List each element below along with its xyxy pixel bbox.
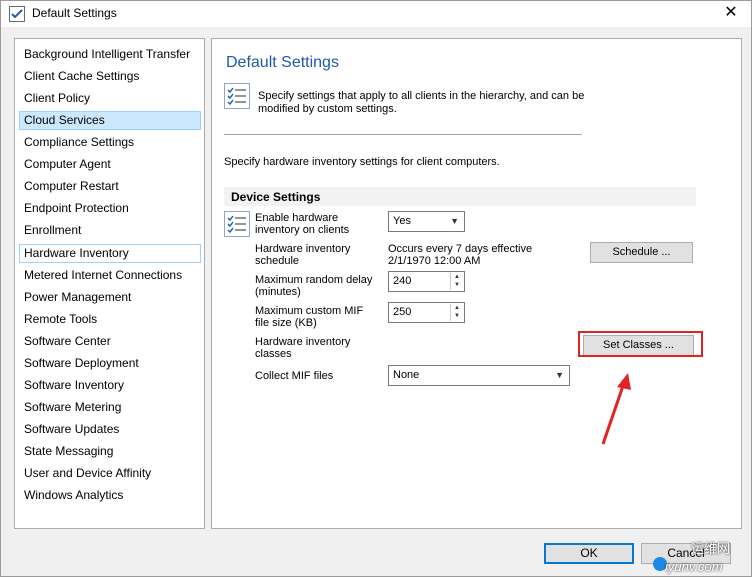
page-description: Specify settings that apply to all clien… (258, 90, 585, 115)
nav-item-client-cache[interactable]: Client Cache Settings (19, 67, 201, 86)
stepper-buttons[interactable]: ▲ ▼ (450, 273, 463, 290)
checklist-icon (224, 83, 250, 109)
page-title: Default Settings (226, 54, 339, 71)
nav-item-metered-connections[interactable]: Metered Internet Connections (19, 266, 201, 285)
collect-mif-label: Collect MIF files (255, 370, 334, 382)
nav-item-remote-tools[interactable]: Remote Tools (19, 310, 201, 329)
chevron-down-icon: ▼ (450, 216, 459, 226)
nav-item-client-policy[interactable]: Client Policy (19, 89, 201, 108)
nav-item-software-center[interactable]: Software Center (19, 332, 201, 351)
close-button[interactable]: ✕ (713, 1, 749, 25)
nav-item-user-device-affinity[interactable]: User and Device Affinity (19, 464, 201, 483)
mif-size-stepper[interactable]: 250 ▲ ▼ (388, 302, 465, 323)
ok-button[interactable]: OK (544, 543, 634, 564)
schedule-value-line2: 2/1/1970 12:00 AM (388, 255, 481, 267)
chevron-down-icon: ▼ (555, 370, 564, 380)
watermark-text-cn: 运维网 (691, 541, 731, 556)
classes-label: Hardware inventory classes (255, 336, 351, 360)
nav-item-state-messaging[interactable]: State Messaging (19, 442, 201, 461)
enable-inventory-select[interactable]: Yes ▼ (388, 211, 465, 232)
nav-item-computer-restart[interactable]: Computer Restart (19, 177, 201, 196)
settings-dialog: Default Settings ✕ Background Intelligen… (0, 0, 752, 577)
settings-checklist-icon (9, 6, 25, 22)
nav-item-software-metering[interactable]: Software Metering (19, 398, 201, 417)
highlight-box (578, 331, 703, 357)
nav-item-power-management[interactable]: Power Management (19, 288, 201, 307)
random-delay-label: Maximum random delay (minutes) (255, 274, 373, 298)
mif-size-label: Maximum custom MIF file size (KB) (255, 305, 364, 329)
divider (224, 134, 582, 135)
spin-up-icon[interactable]: ▲ (451, 304, 463, 312)
spin-up-icon[interactable]: ▲ (451, 273, 463, 281)
title-bar: Default Settings ✕ (1, 1, 751, 27)
collect-mif-value: None (393, 369, 420, 381)
spin-down-icon[interactable]: ▼ (451, 312, 463, 320)
nav-item-cloud-services[interactable]: Cloud Services (19, 111, 201, 130)
nav-item-hardware-inventory[interactable]: Hardware Inventory (19, 244, 201, 263)
red-arrow-annotation (601, 373, 631, 445)
nav-item-compliance[interactable]: Compliance Settings (19, 133, 201, 152)
watermark-text-url: iyunv.com (665, 559, 723, 574)
nav-item-software-deployment[interactable]: Software Deployment (19, 354, 201, 373)
mif-size-value: 250 (393, 306, 412, 318)
enable-inventory-label: Enable hardware inventory on clients (255, 212, 350, 236)
window-title: Default Settings (32, 6, 117, 20)
device-settings-header: Device Settings (224, 187, 696, 206)
collect-mif-select[interactable]: None ▼ (388, 365, 570, 386)
section-intro: Specify hardware inventory settings for … (224, 156, 500, 168)
stepper-buttons[interactable]: ▲ ▼ (450, 304, 463, 321)
nav-item-software-inventory[interactable]: Software Inventory (19, 376, 201, 395)
watermark: 运维网 iyunv.com (651, 537, 751, 577)
random-delay-value: 240 (393, 275, 412, 287)
section-title: Device Settings (231, 190, 321, 204)
settings-category-list[interactable]: Background Intelligent Transfer Client C… (14, 38, 205, 529)
nav-item-endpoint-protection[interactable]: Endpoint Protection (19, 199, 201, 218)
nav-item-enrollment[interactable]: Enrollment (19, 221, 201, 240)
schedule-value-line1: Occurs every 7 days effective (388, 243, 533, 255)
spin-down-icon[interactable]: ▼ (451, 281, 463, 289)
nav-item-software-updates[interactable]: Software Updates (19, 420, 201, 439)
enable-inventory-value: Yes (393, 215, 411, 227)
schedule-button[interactable]: Schedule ... (590, 242, 693, 263)
checklist-icon (224, 211, 250, 237)
schedule-label: Hardware inventory schedule (255, 243, 351, 267)
nav-item-bits[interactable]: Background Intelligent Transfer (19, 45, 201, 64)
nav-item-computer-agent[interactable]: Computer Agent (19, 155, 201, 174)
random-delay-stepper[interactable]: 240 ▲ ▼ (388, 271, 465, 292)
nav-item-windows-analytics[interactable]: Windows Analytics (19, 486, 201, 505)
